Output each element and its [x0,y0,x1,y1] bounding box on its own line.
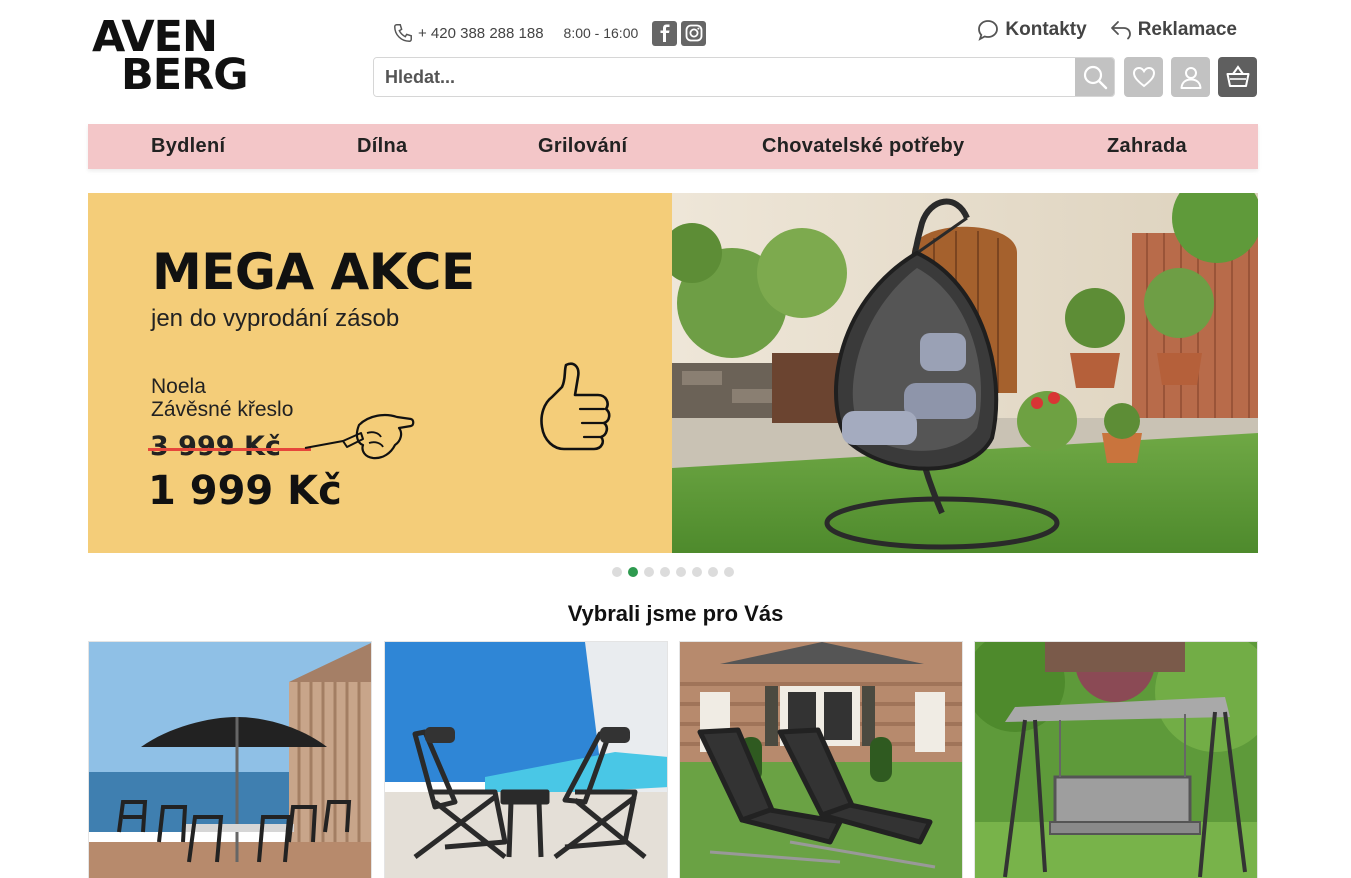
carousel-dot[interactable] [644,567,654,577]
contact-bar: + 420 388 288 188 8:00 - 16:00 [392,20,707,46]
banner-subtitle: jen do vyprodání zásob [151,305,400,332]
carousel-dot-active[interactable] [628,567,638,577]
search-input[interactable] [374,58,1075,96]
social-links [652,20,707,46]
product-card[interactable] [88,641,372,878]
complaints-link-label: Reklamace [1137,19,1237,40]
basket-icon [1226,65,1249,87]
nav-item-grilovani[interactable]: Grilování [538,135,627,158]
search-button[interactable] [1075,58,1114,96]
search-icon [1083,65,1107,90]
banner-product-line1: Noela [151,375,206,398]
opening-hours: 8:00 - 16:00 [563,25,639,41]
carousel-dot[interactable] [676,567,686,577]
carousel-dot[interactable] [708,567,718,577]
cart-button[interactable] [1218,57,1257,97]
nav-item-dilna[interactable]: Dílna [357,135,407,158]
product-card[interactable] [679,641,963,878]
facebook-icon[interactable] [652,20,678,46]
product-grid [88,641,1258,878]
brand-logo[interactable]: AVEN BERG [92,16,252,98]
banner-new-price: 1 999 Kč [148,468,342,514]
carousel-dot[interactable] [660,567,670,577]
carousel-dot[interactable] [692,567,702,577]
banner-old-price: 3 999 Kč [148,431,311,462]
banner-promo-panel: MEGA AKCE jen do vyprodání zásob Noela Z… [88,193,672,553]
search-bar [373,57,1115,97]
product-card[interactable] [974,641,1258,878]
carousel-dots [612,567,734,577]
contacts-link[interactable]: Kontakty [976,18,1087,42]
return-arrow-icon [1110,21,1131,40]
carousel-dot[interactable] [612,567,622,577]
nav-item-zahrada[interactable]: Zahrada [1107,135,1187,158]
nav-item-bydleni[interactable]: Bydlení [151,135,225,158]
product-image-garden-swing [975,642,1257,878]
product-image-sun-loungers [680,642,962,878]
price-strike-line [148,448,311,451]
phone-number[interactable]: + 420 388 288 188 [418,25,544,42]
chat-bubble-icon [978,20,999,41]
hero-banner[interactable]: MEGA AKCE jen do vyprodání zásob Noela Z… [88,193,1258,553]
thumbs-up-icon [540,362,611,451]
banner-old-price-text: 3 999 Kč [150,431,281,462]
wishlist-button[interactable] [1124,57,1163,97]
banner-headline: MEGA AKCE [152,243,475,301]
instagram-icon[interactable] [681,20,707,46]
carousel-dot[interactable] [724,567,734,577]
product-image-parasol-set [89,642,371,878]
contacts-link-label: Kontakty [1005,19,1087,40]
heart-icon [1132,66,1155,88]
complaints-link[interactable]: Reklamace [1109,18,1237,42]
hand-pen-icon [304,414,415,460]
product-card[interactable] [384,641,668,878]
header-actions [1124,57,1257,97]
account-button[interactable] [1171,57,1210,97]
user-icon [1180,67,1201,89]
section-title: Vybrali jsme pro Vás [567,601,784,626]
hanging-chair-photo [662,193,1258,553]
product-image-lounge-chairs [385,642,667,878]
nav-item-chovatelske-potreby[interactable]: Chovatelské potřeby [762,135,964,158]
top-links: Kontakty Reklamace [976,18,1237,42]
phone-icon [394,24,412,42]
main-nav: Bydlení Dílna Grilování Chovatelské potř… [88,124,1258,169]
banner-product-photo [662,193,1258,553]
